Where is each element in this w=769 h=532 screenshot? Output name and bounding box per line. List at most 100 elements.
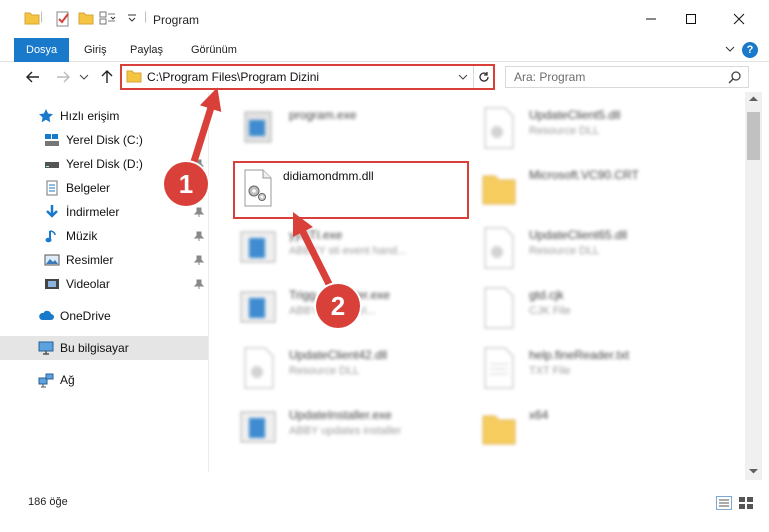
pin-icon — [193, 206, 205, 220]
maximize-button[interactable] — [668, 0, 714, 38]
network-icon — [38, 373, 54, 388]
forward-button[interactable] — [54, 68, 72, 86]
folder-icon — [24, 11, 40, 28]
cloud-icon — [39, 310, 54, 320]
tab-paylas[interactable]: Paylaş — [121, 38, 172, 62]
status-bar: 186 öğe — [0, 480, 769, 532]
quick-access-dropdown-icon[interactable] — [127, 13, 137, 27]
arrow-left-icon — [26, 71, 39, 83]
search-input[interactable]: Ara: Program — [514, 70, 585, 84]
sidebar-item-label: Belgeler — [66, 181, 111, 195]
file-item[interactable]: x64 — [479, 402, 719, 456]
address-dropdown-icon[interactable] — [457, 70, 469, 87]
search-box[interactable]: Ara: Program — [505, 66, 749, 88]
text-file-icon — [484, 347, 514, 389]
close-button[interactable] — [716, 0, 762, 38]
file-list: program.exe didiamondmm.dll yySTI.exe AB… — [209, 92, 745, 480]
tab-dosya[interactable]: Dosya — [14, 38, 70, 62]
sidebar-item-pictures[interactable]: Resimler — [0, 248, 208, 272]
pictures-icon — [44, 254, 60, 266]
pin-icon — [193, 230, 205, 244]
minimize-icon — [646, 18, 656, 20]
back-button[interactable] — [24, 68, 42, 86]
scroll-down-icon[interactable] — [749, 468, 758, 474]
tab-gorunum[interactable]: Görünüm — [182, 38, 246, 62]
up-button[interactable] — [98, 68, 116, 86]
sidebar-item-network[interactable]: Ağ — [0, 368, 208, 392]
file-item[interactable]: UpdateClient65.dll Resource DLL — [479, 222, 719, 276]
dll-icon — [484, 227, 514, 269]
address-bar[interactable]: C:\Program Files\Program Dizini — [120, 64, 495, 90]
sidebar-item-music[interactable]: Müzik — [0, 224, 208, 248]
sidebar-item-drive-c[interactable]: Yerel Disk (C:) — [0, 128, 208, 152]
file-item[interactable]: Microsoft.VC90.CRT — [479, 162, 719, 216]
address-path[interactable]: C:\Program Files\Program Dizini — [147, 70, 319, 84]
exe-icon — [240, 411, 276, 443]
file-icon — [484, 287, 514, 329]
new-folder-icon[interactable] — [78, 11, 94, 28]
sidebar-item-this-pc[interactable]: Bu bilgisayar — [0, 336, 208, 360]
scroll-up-icon[interactable] — [749, 96, 758, 102]
folder-icon — [126, 69, 142, 86]
step-badge-1: 1 — [164, 162, 208, 206]
explorer-window: | | Program Dosya Giriş Paylaş Görünüm ?… — [0, 0, 769, 532]
properties-icon[interactable] — [55, 11, 71, 30]
expand-ribbon-icon[interactable] — [724, 42, 736, 59]
arrow-right-icon — [57, 71, 70, 83]
file-item[interactable]: program.exe — [239, 102, 479, 156]
refresh-icon — [478, 72, 489, 82]
folder-icon — [482, 415, 516, 445]
file-item[interactable]: UpdateClient5.dll Resource DLL — [479, 102, 719, 156]
close-icon — [733, 13, 745, 25]
videos-icon — [45, 279, 59, 289]
details-view-icon[interactable] — [716, 496, 732, 510]
sidebar-item-label: Bu bilgisayar — [60, 341, 129, 355]
help-button[interactable]: ? — [742, 42, 758, 58]
sidebar-item-label: Ağ — [60, 373, 75, 387]
vertical-scrollbar[interactable] — [745, 92, 762, 480]
refresh-button[interactable] — [473, 66, 493, 88]
sidebar-item-label: Müzik — [66, 229, 98, 243]
file-item[interactable]: yySTI.exe ABBYY sti event hand... — [239, 222, 479, 276]
maximize-icon — [686, 14, 696, 24]
large-icons-view-icon[interactable] — [738, 496, 754, 510]
drive-icon — [45, 134, 59, 146]
scroll-thumb[interactable] — [747, 112, 760, 160]
documents-icon — [46, 180, 58, 196]
step-badge-2: 2 — [316, 284, 360, 328]
pin-icon — [193, 254, 205, 268]
file-item[interactable]: help.fineReader.txt TXT File — [479, 342, 719, 396]
download-icon — [46, 205, 58, 218]
sidebar-item-label: Hızlı erişim — [60, 109, 120, 123]
ribbon-tabs: Dosya Giriş Paylaş Görünüm ? — [0, 38, 769, 62]
sidebar-item-label: Yerel Disk (C:) — [66, 133, 143, 147]
sidebar-item-label: Resimler — [66, 253, 114, 267]
target-file-name: didiamondmm.dll — [283, 169, 374, 183]
file-item[interactable]: gtd.cjk CJK File — [479, 282, 719, 336]
view-options-icon[interactable] — [99, 11, 117, 28]
file-item[interactable]: UpdateClient42.dll Resource DLL — [239, 342, 479, 396]
navigation-pane: Hızlı erişim Yerel Disk (C:) Yerel Disk … — [0, 100, 208, 480]
sidebar-item-videos[interactable]: Videolar — [0, 272, 208, 296]
folder-icon — [482, 175, 516, 205]
sidebar-item-label: Yerel Disk (D:) — [66, 157, 143, 171]
dll-gear-icon — [244, 169, 272, 207]
sidebar-item-label: Videolar — [66, 277, 110, 291]
window-title: Program — [153, 13, 200, 27]
star-icon — [39, 109, 53, 123]
search-icon[interactable] — [728, 70, 742, 84]
drive-icon — [45, 162, 59, 168]
sidebar-item-quick-access[interactable]: Hızlı erişim — [0, 104, 208, 128]
exe-icon — [244, 111, 272, 143]
sidebar-item-onedrive[interactable]: OneDrive — [0, 304, 208, 328]
tab-giris[interactable]: Giriş — [75, 38, 116, 62]
pin-icon — [193, 278, 205, 292]
separator-icon: | — [40, 9, 44, 23]
dll-icon — [244, 347, 274, 389]
music-icon — [45, 230, 56, 243]
file-item[interactable]: UpdateInstaller.exe ABBY updates install… — [239, 402, 479, 456]
recent-locations-button[interactable] — [78, 68, 90, 86]
target-file-didiamondmm[interactable]: didiamondmm.dll — [233, 161, 469, 219]
dll-icon — [484, 107, 514, 149]
sidebar-item-label: OneDrive — [60, 309, 111, 323]
